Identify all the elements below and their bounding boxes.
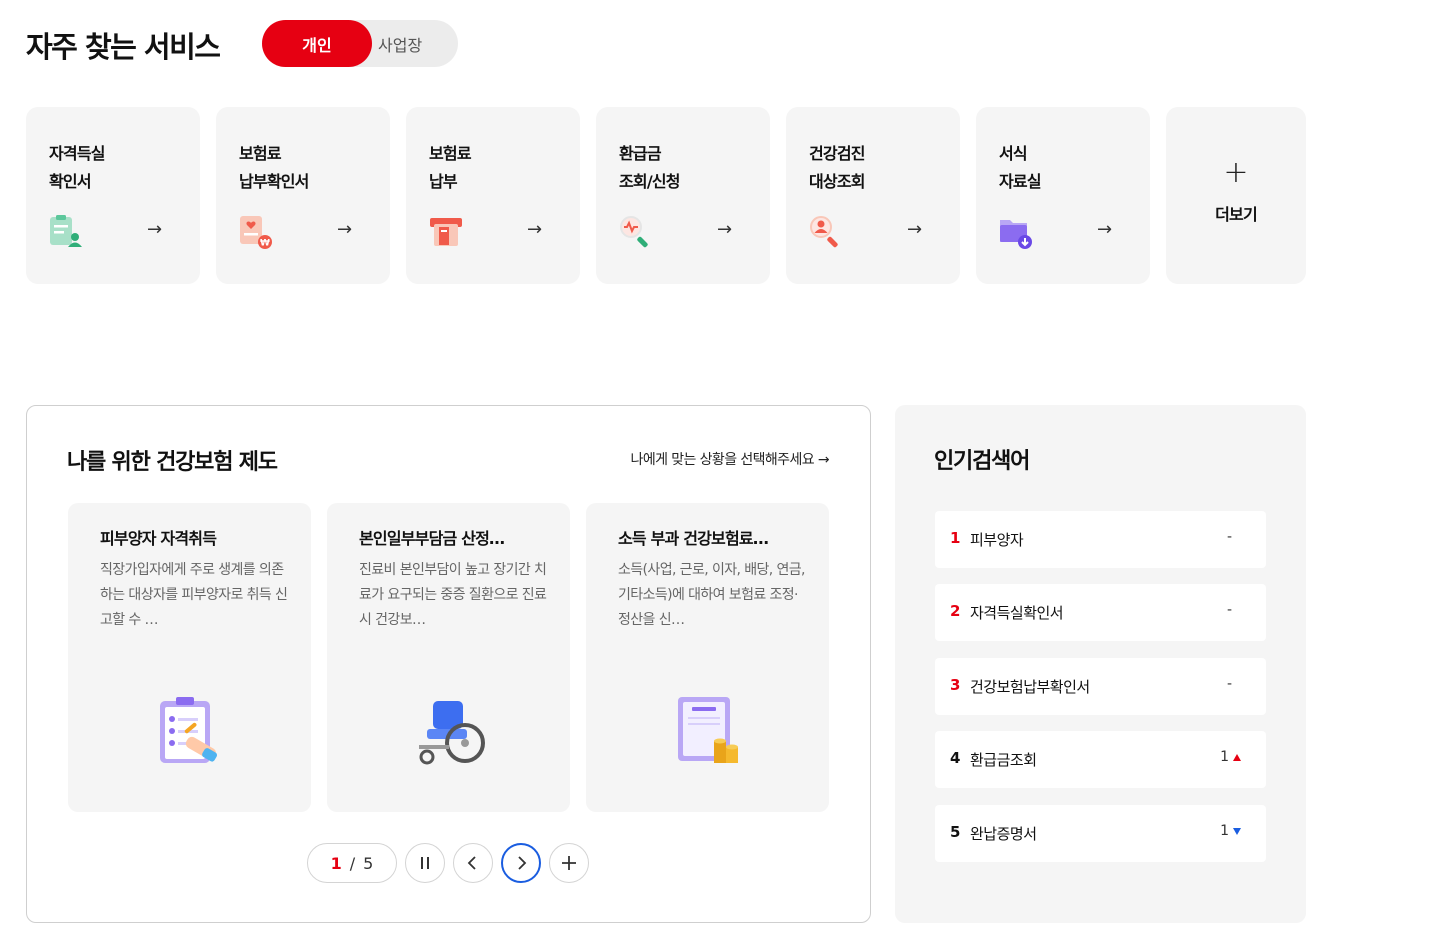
user-type-toggle[interactable]: 개인 사업장 (262, 20, 458, 67)
panel-title: 나를 위한 건강보험 제도 (67, 450, 278, 475)
current-page: 1 (330, 853, 342, 873)
service-label: 건강검진 대상조회 (809, 144, 865, 191)
program-desc: 직장가입자에게 주로 생계를 의존하는 대상자를 피부양자로 취득 신고할 수 … (100, 562, 288, 628)
service-label: 보험료 납부 (429, 144, 472, 191)
service-card-refund[interactable]: 환급금 조회/신청 → (596, 107, 770, 284)
arrow-right-icon: → (527, 219, 543, 240)
service-card-health-checkup[interactable]: 건강검진 대상조회 → (786, 107, 960, 284)
popular-keyword-item[interactable]: 1 피부양자 - (935, 511, 1266, 568)
keyword-rank: 1 (950, 529, 961, 547)
plus-icon (562, 856, 576, 870)
service-label: 서식 자료실 (999, 144, 1042, 191)
keyword-text: 환급금조회 (970, 751, 1037, 769)
service-label: 보험료 납부확인서 (239, 144, 309, 191)
keyword-text: 완납증명서 (970, 825, 1037, 843)
popular-title: 인기검색어 (934, 449, 1030, 474)
wheelchair-icon (419, 701, 485, 765)
keyword-rank: 4 (950, 749, 961, 767)
rank-change: 1 (1220, 823, 1229, 839)
rank-change: - (1226, 529, 1232, 545)
chevron-right-icon (518, 856, 527, 870)
program-title: 피부양자 자격취득 (100, 529, 217, 548)
page-separator: / (349, 853, 356, 873)
program-desc: 진료비 본인부담이 높고 장기간 치료가 요구되는 중증 질환으로 진료 시 건… (359, 562, 547, 628)
program-card[interactable]: 소득 부과 건강보험료… 소득(사업, 근로, 이자, 배당, 연금, 기타소득… (586, 503, 829, 812)
popular-keyword-item[interactable]: 3 건강보험납부확인서 - (935, 658, 1266, 715)
payment-machine-icon (430, 218, 462, 246)
trend-down-icon (1233, 828, 1241, 835)
keyword-text: 피부양자 (970, 531, 1024, 549)
select-situation-link[interactable]: 나에게 맞는 상황을 선택해주세요 → (631, 449, 830, 469)
rank-change: 1 (1220, 749, 1229, 765)
popular-keyword-item[interactable]: 4 환급금조회 1 (935, 731, 1266, 788)
arrow-right-icon: → (1097, 219, 1113, 240)
program-title: 소득 부과 건강보험료… (618, 529, 769, 548)
next-slide-button[interactable] (501, 843, 541, 883)
toggle-business-button[interactable]: 사업장 (372, 20, 458, 67)
keyword-rank: 3 (950, 676, 961, 694)
service-label: 환급금 조회/신청 (619, 144, 681, 191)
folder-download-icon (1000, 220, 1032, 249)
trend-up-icon (1233, 754, 1241, 761)
prev-slide-button[interactable] (453, 843, 493, 883)
magnifier-person-icon (810, 216, 838, 248)
arrow-right-icon: → (337, 219, 353, 240)
service-label: 자격득실 확인서 (49, 144, 105, 191)
view-all-button[interactable] (549, 843, 589, 883)
page-indicator: 1 / 5 (307, 843, 397, 883)
program-desc: 소득(사업, 근로, 이자, 배당, 연금, 기타소득)에 대하여 보험료 조정… (618, 562, 805, 628)
more-services-button[interactable]: + 더보기 (1166, 107, 1306, 284)
rank-change: - (1226, 602, 1232, 618)
program-card[interactable]: 피부양자 자격취득 직장가입자에게 주로 생계를 의존하는 대상자를 피부양자로… (68, 503, 311, 812)
program-title: 본인일부부담금 산정… (359, 529, 505, 548)
document-won-icon: ₩ (240, 216, 272, 249)
magnifier-heartbeat-icon (620, 216, 648, 248)
clipboard-person-icon (50, 215, 82, 247)
document-coins-icon (678, 697, 738, 763)
program-card[interactable]: 본인일부부담금 산정… 진료비 본인부담이 높고 장기간 치료가 요구되는 중증… (327, 503, 570, 812)
service-card-forms[interactable]: 서식 자료실 → (976, 107, 1150, 284)
service-card-premium-payment[interactable]: 보험료 납부 → (406, 107, 580, 284)
insurance-programs-panel: 나를 위한 건강보험 제도 나에게 맞는 상황을 선택해주세요 → 피부양자 자… (26, 405, 871, 923)
rank-change: - (1226, 676, 1232, 692)
total-pages: 5 (363, 853, 374, 873)
chevron-left-icon (467, 856, 476, 870)
keyword-rank: 5 (950, 823, 961, 841)
svg-text:₩: ₩ (260, 239, 270, 249)
popular-keyword-item[interactable]: 2 자격득실확인서 - (935, 584, 1266, 641)
popular-keyword-item[interactable]: 5 완납증명서 1 (935, 805, 1266, 862)
section-title: 자주 찾는 서비스 (26, 30, 221, 64)
pause-button[interactable] (405, 843, 445, 883)
more-label: 더보기 (1215, 205, 1258, 224)
arrow-right-icon: → (907, 219, 923, 240)
popular-search-panel: 인기검색어 1 피부양자 - 2 자격득실확인서 - 3 건강보험납부확인서 -… (895, 405, 1306, 923)
keyword-text: 건강보험납부확인서 (970, 678, 1090, 696)
arrow-right-icon: → (147, 219, 163, 240)
service-card-premium-certificate[interactable]: 보험료 납부확인서 ₩ → (216, 107, 390, 284)
service-card-eligibility[interactable]: 자격득실 확인서 → (26, 107, 200, 284)
arrow-right-icon: → (717, 219, 733, 240)
clipboard-checklist-icon (160, 697, 218, 763)
plus-icon: + (1223, 155, 1249, 190)
keyword-rank: 2 (950, 602, 961, 620)
pause-icon (421, 857, 429, 869)
keyword-text: 자격득실확인서 (970, 604, 1064, 622)
toggle-personal-button[interactable]: 개인 (262, 20, 372, 67)
